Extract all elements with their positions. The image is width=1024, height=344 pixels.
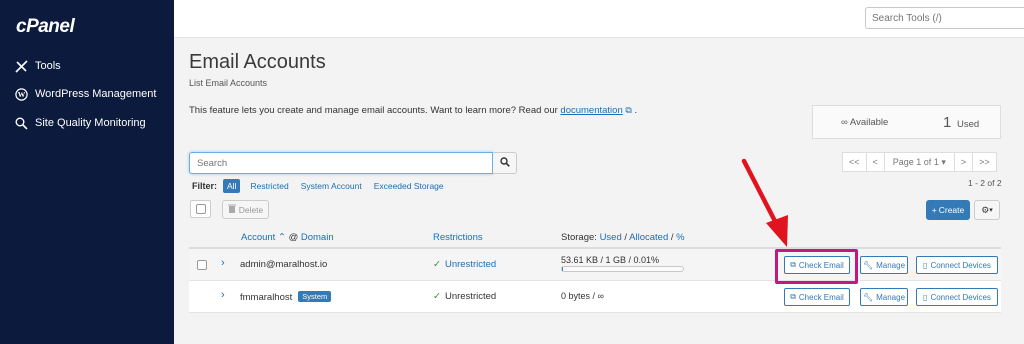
mobile-icon: ▯ <box>923 260 928 270</box>
page-select[interactable]: Page 1 of 1 ▾ <box>883 152 955 172</box>
infinity-symbol: ∞ <box>841 117 848 128</box>
sidebar-item-label: Tools <box>35 60 61 72</box>
account-name: fmmaralhost System <box>240 291 332 303</box>
account-name: admin@maralhost.io <box>240 259 328 270</box>
storage-usage: 53.61 KB / 1 GB / 0.01% <box>561 255 660 265</box>
page-subtitle: List Email Accounts <box>189 78 268 88</box>
svg-text:W: W <box>17 90 25 99</box>
table-row: › admin@maralhost.io ✓ Unrestricted 53.61… <box>189 249 1001 281</box>
check-email-button[interactable]: ⧉ Check Email <box>784 288 850 306</box>
tools-icon <box>14 59 28 73</box>
manage-button[interactable]: 🔧︎ Manage <box>860 288 908 306</box>
sort-domain-link[interactable]: Domain <box>301 232 334 243</box>
search-button[interactable] <box>493 152 517 174</box>
settings-dropdown-button[interactable]: ⚙ ▾ <box>974 200 1000 220</box>
storage-progress-fill <box>562 267 563 271</box>
intro-text: This feature lets you create and manage … <box>189 105 638 116</box>
sidebar: cPanel Tools W WordPress Management Site… <box>0 0 174 344</box>
account-stats: ∞ Available 1 Used <box>812 105 1001 139</box>
external-link-icon: ⧉ <box>790 292 796 301</box>
trash-icon <box>227 204 236 215</box>
used-stat: 1 Used <box>943 114 980 131</box>
account-search <box>189 152 517 174</box>
cpanel-logo[interactable]: cPanel <box>16 16 75 38</box>
sort-account-link[interactable]: Account <box>241 232 275 243</box>
wrench-icon: 🔧︎ <box>862 292 874 302</box>
red-arrow-annotation <box>741 158 788 247</box>
sort-percent-link[interactable]: % <box>676 232 684 243</box>
filter-label: Filter: <box>192 181 218 191</box>
create-button[interactable]: + Create <box>926 200 970 220</box>
last-page-button[interactable]: >> <box>972 152 997 172</box>
table-row: › fmmaralhost System ✓ Unrestricted 0 byte… <box>189 281 1001 313</box>
sidebar-item-label: WordPress Management <box>35 88 157 100</box>
mobile-icon: ▯ <box>923 292 928 302</box>
sidebar-item-label: Site Quality Monitoring <box>35 117 146 129</box>
available-stat: ∞ Available <box>841 117 889 128</box>
external-link-icon: ⧉ <box>625 105 632 115</box>
restrictions-header[interactable]: Restrictions <box>433 232 483 243</box>
delete-button[interactable]: Delete <box>222 200 269 219</box>
filter-restricted[interactable]: Restricted <box>250 181 288 191</box>
highlight-box <box>775 249 858 284</box>
filter-bar: Filter: All Restricted System Account Ex… <box>192 179 456 193</box>
select-all-container <box>190 200 211 218</box>
search-icon <box>499 154 510 172</box>
caret-down-icon: ▾ <box>989 207 993 214</box>
filter-all[interactable]: All <box>223 179 241 193</box>
sort-used-link[interactable]: Used <box>600 232 622 243</box>
restriction-status: ✓ Unrestricted <box>433 291 497 302</box>
filter-exceeded-storage[interactable]: Exceeded Storage <box>374 181 444 191</box>
checkmark-icon: ✓ <box>433 259 441 270</box>
account-domain-header: Account ⌃ @ Domain <box>241 232 334 243</box>
sort-allocated-link[interactable]: Allocated <box>629 232 668 243</box>
storage-progress-bar <box>561 266 684 272</box>
wordpress-icon: W <box>14 87 28 101</box>
select-all-checkbox[interactable] <box>196 204 206 214</box>
sidebar-item-wordpress[interactable]: W WordPress Management <box>14 87 156 101</box>
storage-usage: 0 bytes / ∞ <box>561 291 604 301</box>
search-tools-input[interactable] <box>865 7 1024 29</box>
sort-asc-icon: ⌃ <box>277 232 286 243</box>
row-checkbox[interactable] <box>197 260 207 270</box>
search-input[interactable] <box>189 152 493 174</box>
filter-system-account[interactable]: System Account <box>301 181 362 191</box>
first-page-button[interactable]: << <box>842 152 867 172</box>
results-count: 1 - 2 of 2 <box>968 178 1002 188</box>
connect-devices-button[interactable]: ▯ Connect Devices <box>916 256 998 274</box>
checkmark-icon: ✓ <box>433 291 441 302</box>
connect-devices-button[interactable]: ▯ Connect Devices <box>916 288 998 306</box>
gear-icon: ⚙ <box>981 204 990 215</box>
wrench-icon: 🔧︎ <box>862 260 874 270</box>
sidebar-item-tools[interactable]: Tools <box>14 59 61 73</box>
prev-page-button[interactable]: < <box>865 152 885 172</box>
pagination: << < Page 1 of 1 ▾ > >> <box>842 152 997 172</box>
table-header: Account ⌃ @ Domain Restrictions Storage:… <box>189 227 1001 249</box>
restriction-status[interactable]: ✓ Unrestricted <box>433 259 496 270</box>
magnifier-icon <box>14 116 28 130</box>
page-title: Email Accounts <box>189 51 326 73</box>
storage-header: Storage: Used / Allocated / % <box>561 232 685 243</box>
expand-chevron-icon[interactable]: › <box>221 289 225 301</box>
documentation-link[interactable]: documentation <box>560 105 622 116</box>
system-badge: System <box>298 291 332 302</box>
manage-button[interactable]: 🔧︎ Manage <box>860 256 908 274</box>
plus-icon: + <box>931 205 937 215</box>
sidebar-item-site-quality[interactable]: Site Quality Monitoring <box>14 116 146 130</box>
next-page-button[interactable]: > <box>953 152 974 172</box>
expand-chevron-icon[interactable]: › <box>221 257 225 269</box>
